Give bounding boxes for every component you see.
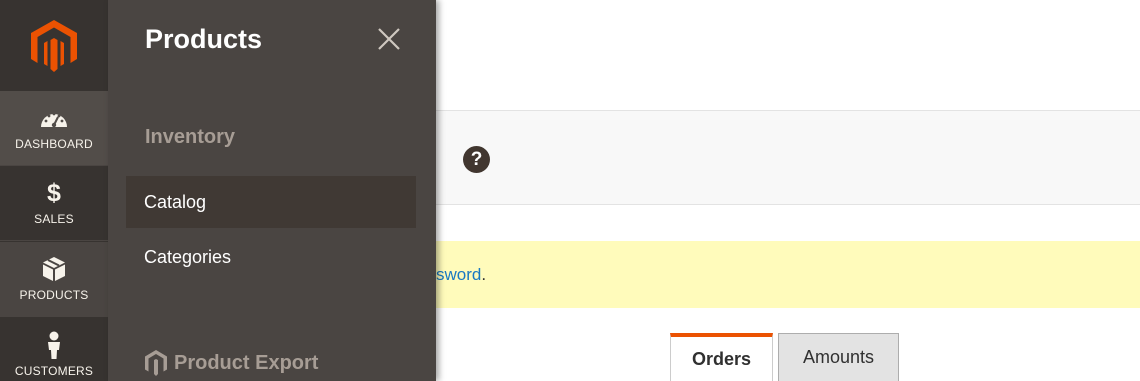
nav-label-customers: CUSTOMERS (14, 364, 94, 378)
admin-sidebar: DASHBOARD $ SALES PRODUCTS CUSTOMERS (0, 0, 108, 381)
system-message-text: sword. (436, 265, 486, 285)
person-icon (45, 331, 63, 359)
nav-item-sales[interactable]: $ SALES (0, 166, 108, 241)
tab-amounts[interactable]: Amounts (778, 333, 899, 381)
dollar-icon: $ (47, 178, 61, 207)
cube-icon (42, 256, 66, 282)
menu-link-catalog[interactable]: Catalog (126, 176, 416, 228)
magento-logo-icon (31, 19, 77, 72)
message-link[interactable]: sword (436, 265, 481, 284)
products-submenu-panel: Products Inventory Catalog Categories Pr… (108, 0, 436, 381)
close-button[interactable] (376, 26, 402, 52)
close-icon (378, 28, 400, 50)
section-title-inventory: Inventory (145, 126, 236, 148)
message-trailing-text: . (481, 265, 487, 284)
nav-label-products: PRODUCTS (19, 288, 89, 302)
section-title-product-export: Product Export (145, 350, 318, 376)
product-export-logo-icon (145, 350, 167, 376)
nav-label-dashboard: DASHBOARD (15, 137, 93, 151)
menu-link-categories[interactable]: Categories (126, 231, 416, 283)
page-actions-bar (436, 110, 1140, 205)
nav-item-products[interactable]: PRODUCTS (0, 242, 108, 317)
help-icon[interactable]: ? (463, 146, 490, 173)
magento-logo[interactable] (0, 0, 108, 91)
system-message-bar (436, 241, 1140, 308)
tab-orders[interactable]: Orders (670, 333, 773, 381)
speedometer-icon (39, 105, 69, 131)
nav-item-customers[interactable]: CUSTOMERS (0, 318, 108, 381)
panel-title: Products (145, 24, 263, 54)
nav-label-sales: SALES (34, 212, 74, 226)
nav-item-dashboard[interactable]: DASHBOARD (0, 91, 108, 166)
product-export-label: Product Export (174, 351, 319, 374)
